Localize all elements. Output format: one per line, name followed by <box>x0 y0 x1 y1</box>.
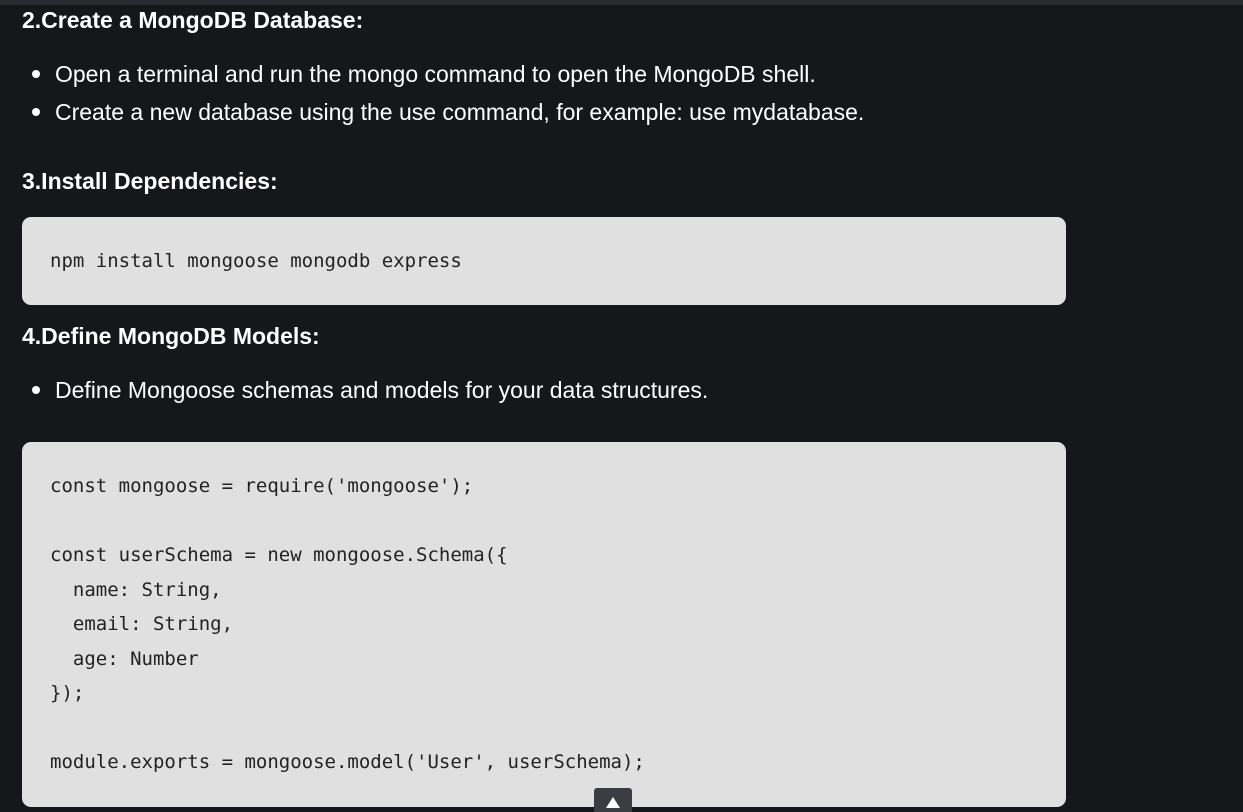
define-models-list: Define Mongoose schemas and models for y… <box>22 371 708 409</box>
bullet-icon <box>32 108 40 116</box>
code-line: module.exports = mongoose.model('User', … <box>50 751 645 773</box>
install-code-block[interactable]: npm install mongoose mongodb express <box>22 217 1066 305</box>
list-item: Create a new database using the use comm… <box>22 93 864 131</box>
top-bar <box>0 0 1243 5</box>
section-heading-install-dependencies: 3.Install Dependencies: <box>22 168 278 194</box>
section-heading-define-models: 4.Define MongoDB Models: <box>22 323 320 349</box>
code-line: npm install mongoose mongodb express <box>50 250 462 272</box>
scroll-to-top-button[interactable] <box>594 788 632 812</box>
bullet-icon <box>32 386 40 394</box>
models-code-block[interactable]: const mongoose = require('mongoose'); co… <box>22 442 1066 807</box>
section-heading-create-database: 2.Create a MongoDB Database: <box>22 7 364 33</box>
code-line: age: Number <box>50 647 199 670</box>
code-line: }); <box>50 682 85 704</box>
list-item-text: Create a new database using the use comm… <box>55 99 865 125</box>
arrow-up-icon <box>606 797 620 808</box>
list-item: Open a terminal and run the mongo comman… <box>22 55 864 93</box>
code-line: name: String, <box>50 578 222 601</box>
code-line: const userSchema = new mongoose.Schema({ <box>50 544 508 566</box>
list-item-text: Open a terminal and run the mongo comman… <box>55 61 816 87</box>
list-item-text: Define Mongoose schemas and models for y… <box>55 377 709 403</box>
create-database-list: Open a terminal and run the mongo comman… <box>22 55 864 131</box>
bullet-icon <box>32 70 40 78</box>
list-item: Define Mongoose schemas and models for y… <box>22 371 708 409</box>
code-line: const mongoose = require('mongoose'); <box>50 475 474 497</box>
code-line: email: String, <box>50 613 234 635</box>
